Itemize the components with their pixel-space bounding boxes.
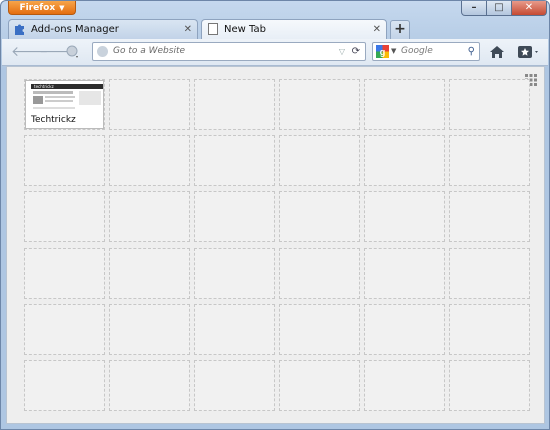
minimize-icon: – (471, 2, 477, 13)
svg-text:g: g (380, 47, 386, 57)
empty-tile[interactable] (194, 135, 275, 187)
empty-tile[interactable] (449, 247, 530, 299)
history-icon (66, 45, 78, 58)
tab-close-icon[interactable]: ✕ (373, 20, 381, 39)
empty-tile[interactable] (109, 79, 190, 130)
empty-tile[interactable] (364, 247, 445, 299)
reload-icon[interactable]: ⟳ (352, 43, 360, 60)
empty-tile[interactable] (449, 79, 530, 130)
url-bar[interactable]: Go to a Website ▽ ⟳ (92, 42, 366, 61)
empty-tile[interactable] (279, 303, 360, 355)
empty-tile[interactable] (194, 303, 275, 355)
close-window-button[interactable]: ✕ (511, 1, 547, 16)
empty-tile[interactable] (449, 303, 530, 355)
empty-tile[interactable] (364, 303, 445, 355)
url-dropdown-icon[interactable]: ▽ (339, 43, 345, 60)
empty-tile[interactable] (109, 191, 190, 243)
site-tile[interactable]: techtrickz Techtrickz (24, 79, 105, 130)
new-tab-page: techtrickz Techtrickz (6, 66, 545, 424)
url-input[interactable]: Go to a Website (113, 43, 185, 60)
plus-icon: + (394, 21, 406, 37)
firefox-menu-label: Firefox (19, 3, 56, 13)
site-thumbnail[interactable]: techtrickz Techtrickz (25, 80, 104, 129)
bookmarks-menu-icon[interactable] (516, 44, 542, 60)
empty-tile[interactable] (109, 303, 190, 355)
empty-tile[interactable] (364, 135, 445, 187)
forward-button[interactable]: 🡒 (39, 44, 77, 60)
close-icon: ✕ (524, 2, 534, 13)
blank-page-icon (208, 23, 218, 35)
dropdown-arrow-icon: ▼ (59, 4, 65, 12)
engine-dropdown-icon[interactable]: ▼ (391, 43, 396, 60)
history-dropdown-button[interactable] (65, 44, 81, 60)
browser-window: Firefox ▼ – □ ✕ Add-ons Manager ✕ New Tab… (0, 0, 550, 430)
empty-tile[interactable] (24, 303, 105, 355)
empty-tile[interactable] (24, 191, 105, 243)
empty-tile[interactable] (364, 191, 445, 243)
search-input[interactable]: Google (401, 43, 433, 60)
empty-tile[interactable] (194, 360, 275, 411)
tab-label: New Tab (224, 24, 266, 35)
empty-tile[interactable] (109, 247, 190, 299)
new-tab-button[interactable]: + (390, 20, 410, 39)
empty-tile[interactable] (449, 360, 530, 411)
site-identity-icon[interactable] (97, 46, 108, 57)
firefox-menu-button[interactable]: Firefox ▼ (8, 1, 76, 15)
thumbnail-heading: techtrickz (34, 84, 54, 89)
magnifier-icon[interactable]: ⚲ (468, 43, 475, 60)
search-bar[interactable]: g ▼ Google ⚲ (372, 42, 480, 61)
title-bar[interactable] (81, 1, 456, 17)
tab-close-icon[interactable]: ✕ (184, 20, 192, 39)
tab-new-tab[interactable]: New Tab ✕ (201, 19, 387, 40)
empty-tile[interactable] (279, 247, 360, 299)
maximize-icon: □ (494, 2, 504, 13)
empty-tile[interactable] (194, 191, 275, 243)
tab-addons-manager[interactable]: Add-ons Manager ✕ (8, 19, 198, 39)
page-preview-image: techtrickz (31, 84, 103, 112)
empty-tile[interactable] (24, 135, 105, 187)
empty-tile[interactable] (109, 135, 190, 187)
empty-tile[interactable] (279, 135, 360, 187)
empty-tile[interactable] (449, 135, 530, 187)
home-icon[interactable] (489, 44, 505, 60)
empty-tile[interactable] (364, 79, 445, 130)
maximize-button[interactable]: □ (486, 1, 512, 16)
empty-tile[interactable] (364, 360, 445, 411)
tab-label: Add-ons Manager (31, 24, 119, 35)
empty-tile[interactable] (194, 79, 275, 130)
empty-tile[interactable] (279, 79, 360, 130)
empty-tile[interactable] (24, 360, 105, 411)
back-button[interactable]: 🡐 (11, 44, 49, 60)
empty-tile[interactable] (279, 191, 360, 243)
empty-tile[interactable] (279, 360, 360, 411)
site-tile-title: Techtrickz (26, 113, 103, 128)
empty-tile[interactable] (449, 191, 530, 243)
puzzle-icon (15, 24, 24, 35)
google-engine-icon[interactable]: g (376, 45, 389, 58)
empty-tile[interactable] (24, 247, 105, 299)
empty-tile[interactable] (109, 360, 190, 411)
navigation-toolbar: 🡐 🡒 Go to a Website ▽ ⟳ g ▼ Google ⚲ (2, 39, 548, 66)
empty-tile[interactable] (194, 247, 275, 299)
minimize-button[interactable]: – (461, 1, 487, 16)
